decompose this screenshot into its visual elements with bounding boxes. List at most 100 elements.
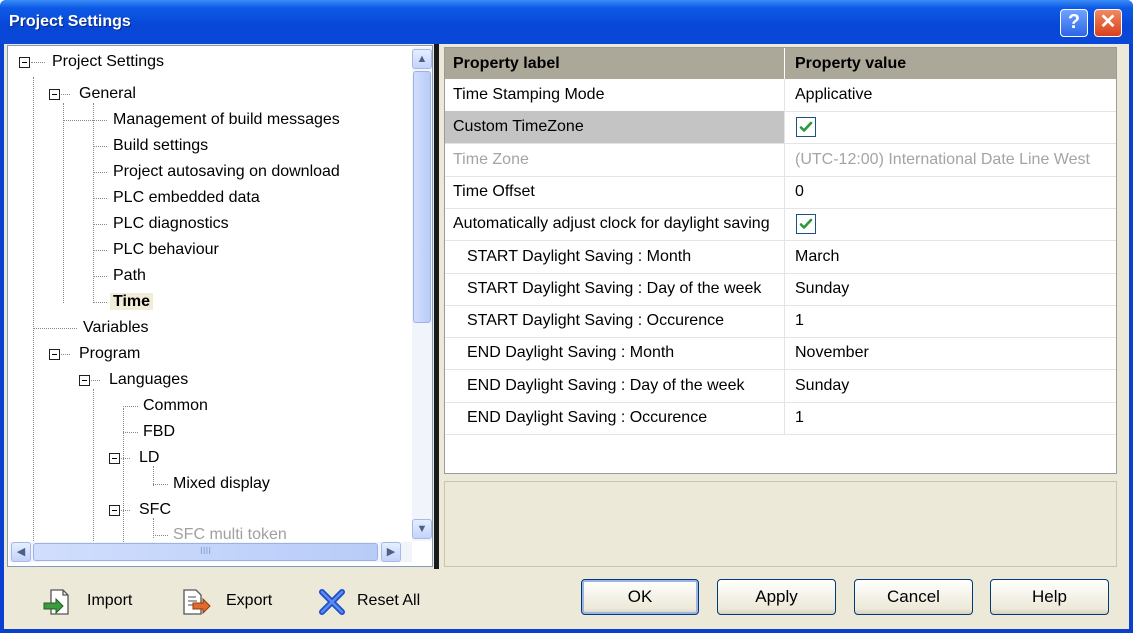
collapse-icon[interactable] bbox=[109, 505, 120, 516]
ok-button[interactable]: OK bbox=[581, 579, 699, 615]
tree-item-variables[interactable]: Variables bbox=[33, 316, 152, 340]
collapse-icon[interactable] bbox=[109, 453, 120, 464]
help-button[interactable]: Help bbox=[990, 579, 1109, 615]
property-row[interactable]: END Daylight Saving : Day of the week Sun… bbox=[445, 369, 1116, 403]
property-row[interactable]: START Daylight Saving : Occurence 1 bbox=[445, 305, 1116, 339]
import-button[interactable]: Import bbox=[42, 584, 152, 618]
checkbox-checked-icon[interactable] bbox=[796, 117, 816, 138]
property-value[interactable]: Sunday bbox=[786, 370, 1116, 402]
tree-connector bbox=[31, 62, 45, 63]
property-label: Time Zone bbox=[445, 143, 785, 176]
tree-connector bbox=[33, 328, 77, 329]
tree-connector bbox=[153, 535, 168, 536]
property-label: END Daylight Saving : Month bbox=[445, 337, 785, 370]
scroll-up-icon[interactable]: ▲ bbox=[412, 49, 432, 69]
tree-item-project-autosaving[interactable]: Project autosaving on download bbox=[63, 160, 343, 184]
tree-item-common[interactable]: Common bbox=[123, 394, 211, 418]
project-settings-dialog: Project Settings ? ✕ Project Settings Ge… bbox=[0, 0, 1133, 633]
property-value[interactable] bbox=[786, 208, 1116, 240]
close-icon[interactable]: ✕ bbox=[1094, 9, 1122, 37]
property-value[interactable] bbox=[786, 111, 1116, 143]
tree-item-time[interactable]: Time bbox=[63, 290, 154, 314]
tree-item-languages[interactable]: Languages bbox=[79, 368, 191, 392]
tree-item-ld[interactable]: LD bbox=[109, 446, 162, 470]
reset-all-button[interactable]: Reset All bbox=[317, 584, 437, 618]
property-value[interactable]: 0 bbox=[786, 176, 1116, 208]
tree-item-label: General bbox=[79, 85, 136, 102]
tree-connector bbox=[61, 354, 70, 355]
tree-item-program[interactable]: Program bbox=[49, 342, 143, 366]
property-row[interactable]: END Daylight Saving : Occurence 1 bbox=[445, 402, 1116, 435]
scroll-left-icon[interactable]: ◀ bbox=[11, 542, 31, 562]
reset-x-icon bbox=[319, 589, 345, 615]
tree-item-label: PLC behaviour bbox=[113, 241, 219, 258]
property-row[interactable]: Time Stamping Mode Applicative bbox=[445, 79, 1116, 112]
tree-item-label: Time bbox=[110, 293, 154, 310]
tree-horizontal-scrollbar[interactable]: ◀ IIII ▶ bbox=[9, 542, 412, 562]
column-header-property-value[interactable]: Property value bbox=[786, 48, 1116, 79]
tree-item-project-settings[interactable]: Project Settings bbox=[19, 50, 167, 74]
property-value[interactable]: 1 bbox=[786, 305, 1116, 337]
tree-connector bbox=[93, 250, 107, 251]
property-row[interactable]: START Daylight Saving : Month March bbox=[445, 240, 1116, 274]
tree-connector bbox=[121, 510, 130, 511]
title-bar[interactable]: Project Settings ? ✕ bbox=[0, 0, 1133, 44]
tree-item-label: PLC diagnostics bbox=[113, 215, 229, 232]
window-title: Project Settings bbox=[9, 13, 131, 30]
property-row[interactable]: START Daylight Saving : Day of the week S… bbox=[445, 272, 1116, 306]
tree-item-plc-behaviour[interactable]: PLC behaviour bbox=[63, 238, 222, 262]
export-label: Export bbox=[226, 592, 273, 609]
tree-item-management-of-build-messages[interactable]: Management of build messages bbox=[63, 108, 343, 132]
collapse-icon[interactable] bbox=[19, 57, 30, 68]
property-row[interactable]: END Daylight Saving : Month November bbox=[445, 337, 1116, 371]
property-row[interactable]: Automatically adjust clock for daylight … bbox=[445, 208, 1116, 242]
property-value[interactable]: March bbox=[786, 241, 1116, 273]
tree-vertical-scrollbar[interactable]: ▲ ▼ bbox=[412, 47, 432, 541]
tree-item-label: SFC multi token bbox=[173, 526, 287, 543]
scroll-down-icon[interactable]: ▼ bbox=[412, 519, 432, 539]
panel-splitter[interactable] bbox=[434, 44, 439, 569]
vertical-scroll-thumb[interactable] bbox=[413, 71, 431, 323]
property-description-panel bbox=[444, 481, 1117, 567]
tree-connector bbox=[93, 276, 107, 277]
property-value[interactable]: November bbox=[786, 337, 1116, 369]
scroll-right-icon[interactable]: ▶ bbox=[381, 542, 401, 562]
tree-connector bbox=[91, 380, 100, 381]
checkbox-checked-icon[interactable] bbox=[796, 214, 816, 235]
tree-connector bbox=[93, 146, 107, 147]
property-value[interactable]: Applicative bbox=[786, 79, 1116, 111]
tree-item-label: Project Settings bbox=[52, 53, 165, 70]
column-header-property-label[interactable]: Property label bbox=[445, 48, 785, 79]
tree-item-label: Program bbox=[79, 345, 141, 362]
horizontal-scroll-thumb[interactable]: IIII bbox=[33, 543, 378, 561]
export-button[interactable]: Export bbox=[181, 584, 291, 618]
apply-button[interactable]: Apply bbox=[717, 579, 836, 615]
property-value[interactable]: Sunday bbox=[786, 273, 1116, 305]
property-row[interactable]: Time Offset 0 bbox=[445, 175, 1116, 209]
tree-item-label: Mixed display bbox=[173, 475, 270, 492]
property-value[interactable]: (UTC-12:00) International Date Line West bbox=[786, 144, 1116, 176]
collapse-icon[interactable] bbox=[49, 89, 60, 100]
tree-item-build-settings[interactable]: Build settings bbox=[63, 134, 211, 158]
property-label: Custom TimeZone bbox=[445, 111, 785, 144]
tree-item-sfc[interactable]: SFC bbox=[109, 498, 174, 522]
cancel-button[interactable]: Cancel bbox=[854, 579, 973, 615]
reset-all-label: Reset All bbox=[357, 592, 421, 609]
tree-item-path[interactable]: Path bbox=[63, 264, 149, 288]
help-icon[interactable]: ? bbox=[1060, 9, 1088, 37]
tree-item-mixed-display[interactable]: Mixed display bbox=[153, 472, 273, 496]
collapse-icon[interactable] bbox=[49, 349, 60, 360]
property-label: Time Stamping Mode bbox=[445, 79, 785, 111]
tree-item-label: Build settings bbox=[113, 137, 209, 154]
property-grid: Property label Property value Time Stamp… bbox=[444, 47, 1117, 474]
tree-connector bbox=[93, 389, 94, 549]
tree-connector bbox=[93, 198, 107, 199]
tree-connector bbox=[93, 172, 107, 173]
property-row[interactable]: Custom TimeZone bbox=[445, 111, 1116, 145]
property-label: START Daylight Saving : Occurence bbox=[445, 305, 785, 338]
property-value[interactable]: 1 bbox=[786, 402, 1116, 434]
tree-item-plc-diagnostics[interactable]: PLC diagnostics bbox=[63, 212, 232, 236]
property-row[interactable]: Time Zone (UTC-12:00) International Date … bbox=[445, 143, 1116, 177]
collapse-icon[interactable] bbox=[79, 375, 90, 386]
tree-item-fbd[interactable]: FBD bbox=[123, 420, 178, 444]
